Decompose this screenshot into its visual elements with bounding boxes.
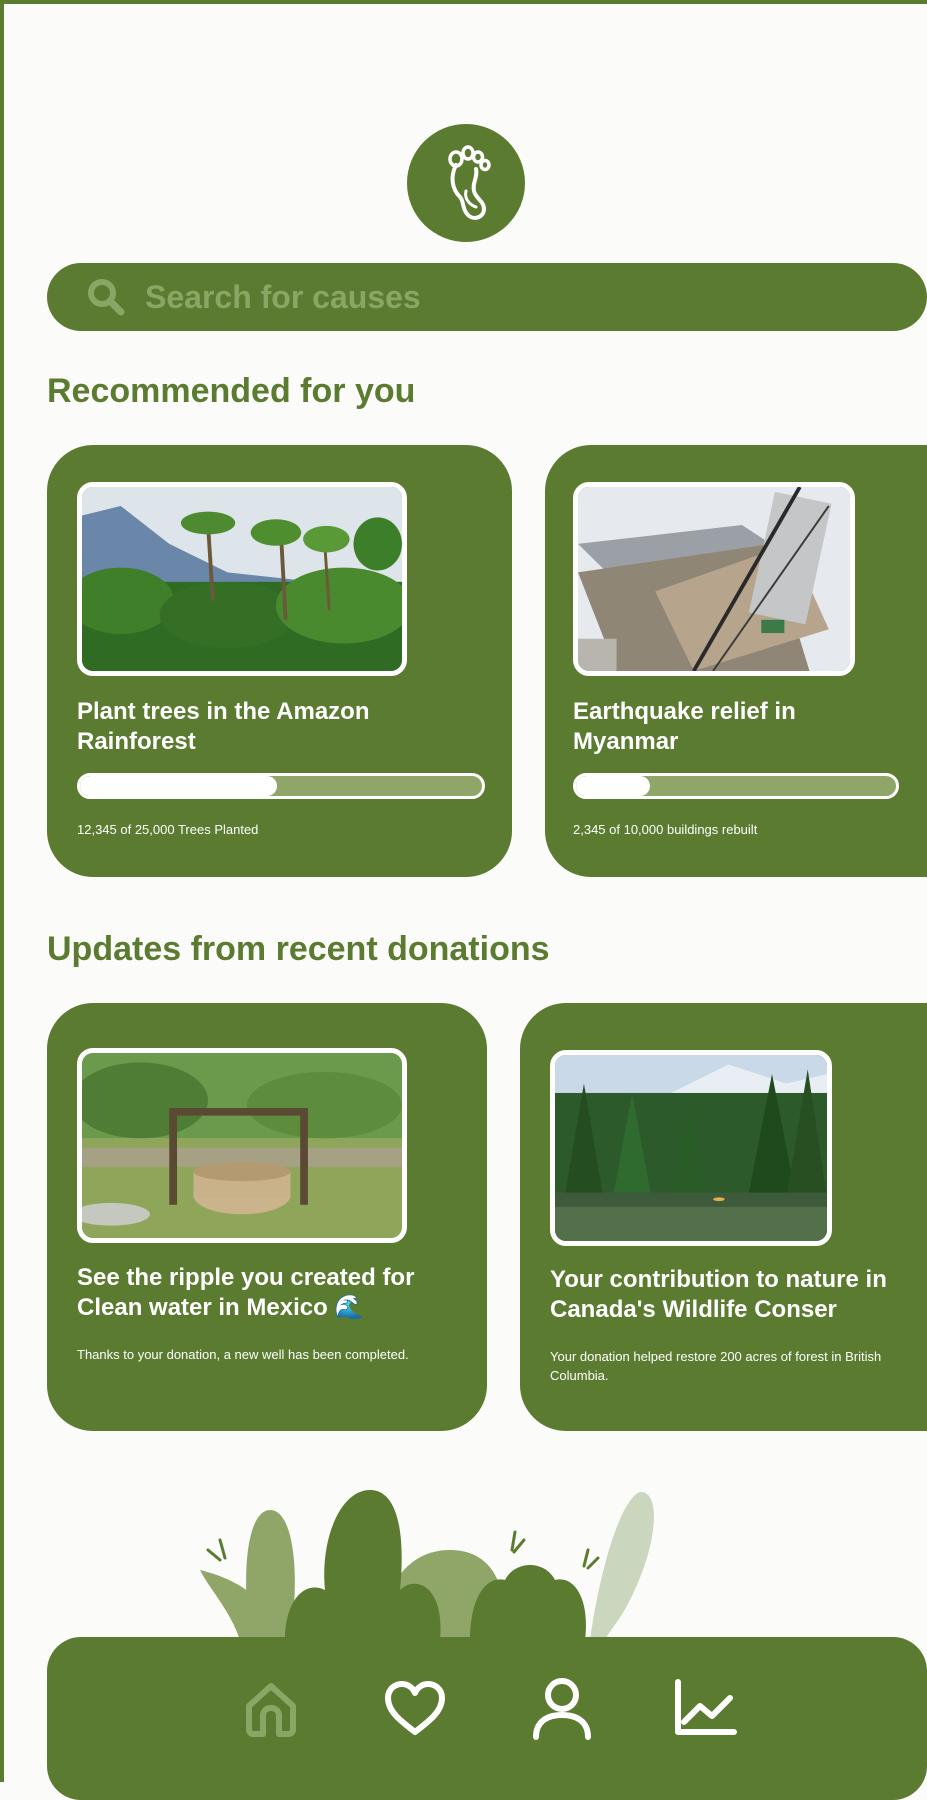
- earthquake-image: [573, 482, 855, 676]
- progress-text: 12,345 of 25,000 Trees Planted: [77, 822, 259, 837]
- recommended-heading: Recommended for you: [47, 372, 416, 410]
- search-icon: [88, 279, 125, 316]
- amazon-rainforest-image: [77, 482, 407, 676]
- card-title: Plant trees in the Amazon Rainforest: [77, 698, 370, 755]
- update-card-canada[interactable]: Your contribution to nature in Canada's …: [520, 1003, 927, 1431]
- progress-text: 2,345 of 10,000 buildings rebuilt: [573, 822, 758, 837]
- bushes-illustration: [200, 1490, 654, 1640]
- footprint-icon: [448, 145, 491, 220]
- water-well-image: [77, 1048, 407, 1243]
- card-title: Your contribution to nature in Canada's …: [550, 1266, 887, 1323]
- bottom-nav: [47, 1637, 927, 1800]
- card-title: See the ripple you created for Clean wat…: [77, 1264, 415, 1321]
- search-input[interactable]: [143, 277, 847, 317]
- progress-fill: [576, 776, 650, 796]
- home-icon: [246, 1683, 296, 1737]
- recommended-card-myanmar[interactable]: Earthquake relief in Myanmar 2,345 of 10…: [545, 445, 927, 877]
- canada-forest-image: [550, 1050, 832, 1246]
- card-body: Your donation helped restore 200 acres o…: [550, 1349, 882, 1383]
- search-bar[interactable]: [47, 263, 927, 331]
- chart-icon: [675, 1679, 737, 1735]
- nav-favorites-button[interactable]: [379, 1672, 451, 1744]
- recommended-card-amazon[interactable]: Plant trees in the Amazon Rainforest 12,…: [47, 445, 512, 877]
- progress-fill: [80, 776, 277, 796]
- progress-bar: [77, 773, 485, 799]
- nav-home-button[interactable]: [235, 1672, 307, 1744]
- progress-bar: [573, 773, 899, 799]
- update-card-mexico[interactable]: See the ripple you created for Clean wat…: [47, 1003, 487, 1431]
- card-body: Thanks to your donation, a new well has …: [77, 1347, 409, 1362]
- user-icon: [533, 1678, 591, 1740]
- heart-icon: [385, 1681, 445, 1735]
- updates-heading: Updates from recent donations: [47, 930, 550, 968]
- nav-stats-button[interactable]: [669, 1672, 741, 1744]
- app-logo: [407, 124, 525, 242]
- nav-profile-button[interactable]: [526, 1672, 598, 1744]
- card-title: Earthquake relief in Myanmar: [573, 698, 796, 755]
